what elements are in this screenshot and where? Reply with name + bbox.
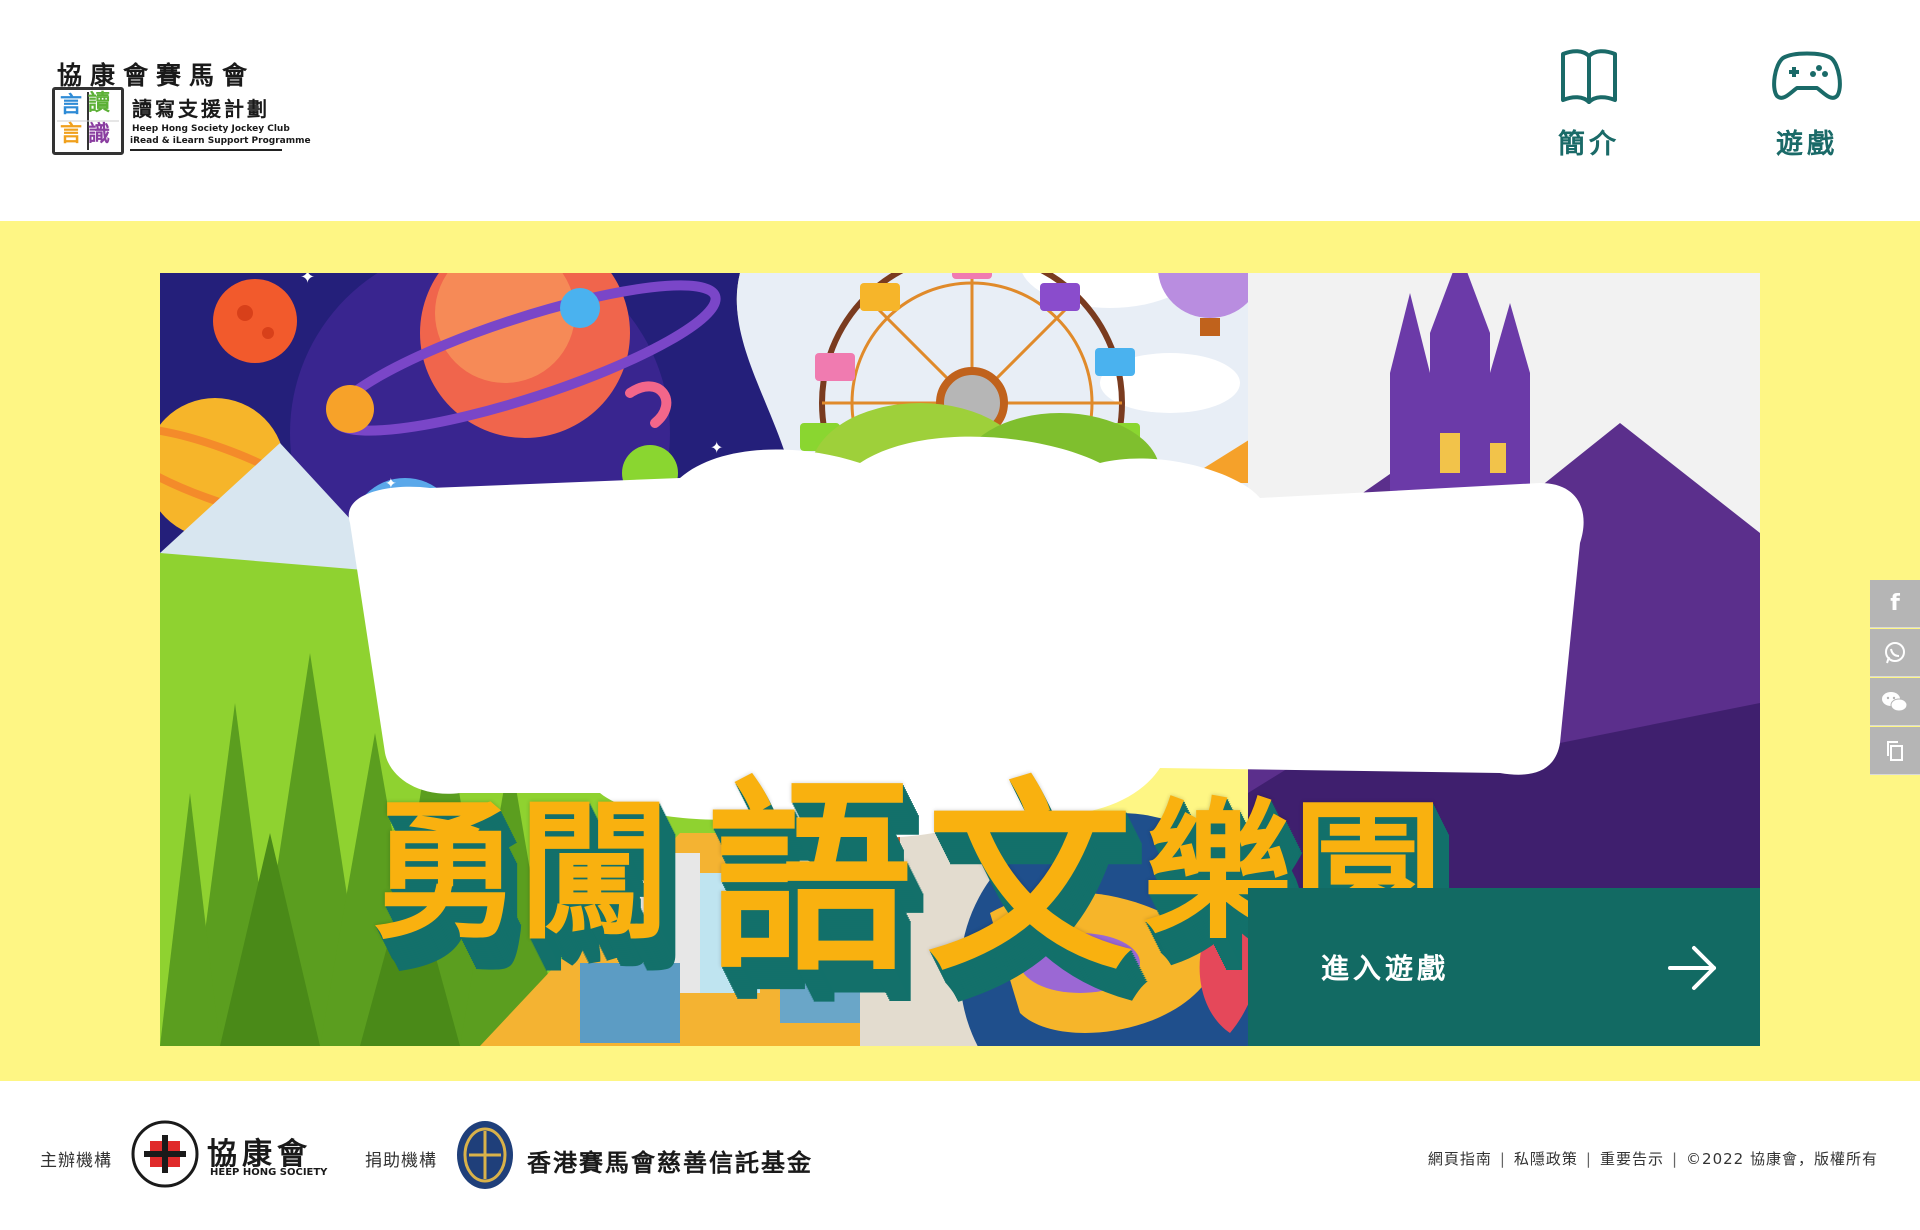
- logo-programme-en-2: iRead & iLearn Support Programme: [130, 136, 311, 146]
- nav-intro-label: 簡介: [1558, 129, 1620, 160]
- nav-game[interactable]: 遊戲: [1752, 44, 1862, 164]
- arrow-right-icon: [1668, 946, 1716, 990]
- link-important-notice[interactable]: 重要告示: [1600, 1150, 1664, 1168]
- wechat-icon: [1882, 691, 1908, 711]
- funder-label: 捐助機構: [365, 1151, 437, 1171]
- title-char: 文: [927, 761, 1132, 999]
- logo-char: 言: [60, 122, 83, 147]
- heep-hong-society-logo[interactable]: 協康會 HEEP HONG SOCIETY: [130, 1119, 330, 1199]
- facebook-icon: f: [1890, 591, 1900, 616]
- heep-hong-emblem: [131, 1120, 199, 1188]
- share-bar: f: [1870, 580, 1920, 775]
- logo-char: 識: [88, 122, 111, 147]
- red-planet: [213, 279, 297, 363]
- copyright-text: ©2022 協康會，版權所有: [1686, 1150, 1878, 1168]
- enter-game-label: 進入遊戲: [1321, 952, 1450, 985]
- svg-text:✦: ✦: [710, 438, 723, 457]
- nav-game-label: 遊戲: [1776, 129, 1838, 160]
- jockey-club-emblem: [457, 1121, 513, 1189]
- link-privacy-policy[interactable]: 私隱政策: [1514, 1150, 1578, 1168]
- logo-book-icon: 言 讀 言 識: [52, 87, 124, 155]
- site-header: 協康會賽馬會 言 讀 言 識 讀寫支援計劃 Heep Hong Society …: [0, 0, 1920, 221]
- divider: |: [1671, 1150, 1679, 1168]
- orange-moon: [326, 385, 374, 433]
- logo-programme-name: 讀寫支援計劃: [132, 97, 270, 121]
- logo-underline: [130, 149, 282, 151]
- divider: |: [1499, 1150, 1506, 1168]
- whatsapp-icon: [1885, 641, 1905, 663]
- share-wechat-button[interactable]: [1870, 678, 1920, 726]
- share-facebook-button[interactable]: f: [1870, 580, 1920, 628]
- title-char: 闖: [519, 786, 670, 960]
- organiser-name-en: HEEP HONG SOCIETY: [210, 1167, 328, 1178]
- organiser-label: 主辦機構: [40, 1151, 112, 1171]
- site-footer: 主辦機構 協康會 HEEP HONG SOCIETY 捐助機構 香港賽馬會慈善信…: [0, 1081, 1920, 1230]
- copy-link-button[interactable]: [1870, 727, 1920, 775]
- title-char: 勇: [371, 786, 522, 960]
- logo-programme-en-1: Heep Hong Society Jockey Club: [132, 124, 290, 134]
- nav-intro[interactable]: 簡介: [1534, 44, 1644, 164]
- copy-icon: [1887, 740, 1903, 761]
- link-site-guide[interactable]: 網頁指南: [1428, 1150, 1492, 1168]
- programme-logo[interactable]: 協康會賽馬會 言 讀 言 識 讀寫支援計劃 Heep Hong Society …: [52, 52, 311, 162]
- svg-text:✦: ✦: [300, 273, 315, 288]
- enter-game-button[interactable]: 進入遊戲: [1248, 888, 1760, 1046]
- logo-char: 讀: [88, 91, 111, 116]
- hero-banner: ✦ ✦ ✦ ✦ ✦: [0, 221, 1920, 1081]
- logo-char: 言: [60, 93, 83, 118]
- book-icon: [1561, 49, 1617, 104]
- gamepad-icon: [1772, 51, 1842, 100]
- footer-links: 網頁指南 | 私隱政策 | 重要告示 | ©2022 協康會，版權所有: [1428, 1148, 1878, 1169]
- divider: |: [1585, 1150, 1592, 1168]
- blue-moon: [560, 288, 600, 328]
- share-whatsapp-button[interactable]: [1870, 629, 1920, 677]
- funder-name: 香港賽馬會慈善信託基金: [527, 1148, 813, 1177]
- title-char: 語: [707, 761, 912, 999]
- jockey-club-logo[interactable]: 香港賽馬會慈善信託基金: [455, 1119, 835, 1199]
